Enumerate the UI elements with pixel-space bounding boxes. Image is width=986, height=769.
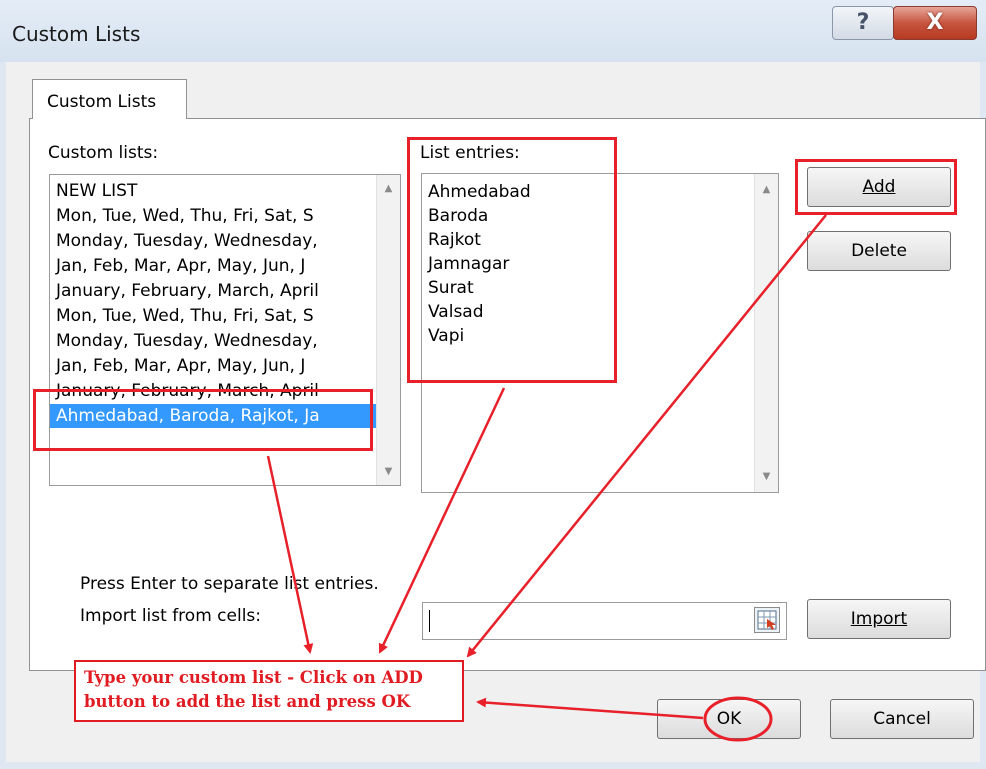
callout-line-2: button to add the list and press OK <box>84 692 411 711</box>
arrow-from-entries <box>378 387 506 654</box>
arrow-from-add <box>466 214 827 658</box>
ok-circle-highlight <box>703 696 773 742</box>
arrow-from-ok <box>476 697 704 720</box>
tab-label: Custom Lists <box>47 92 157 112</box>
tab-custom-lists[interactable]: Custom Lists <box>32 79 187 119</box>
callout-line-1: Type your custom list - Click on ADD <box>84 668 423 687</box>
arrow-to-callout <box>266 455 314 654</box>
instruction-callout: Type your custom list - Click on ADD but… <box>74 660 464 722</box>
